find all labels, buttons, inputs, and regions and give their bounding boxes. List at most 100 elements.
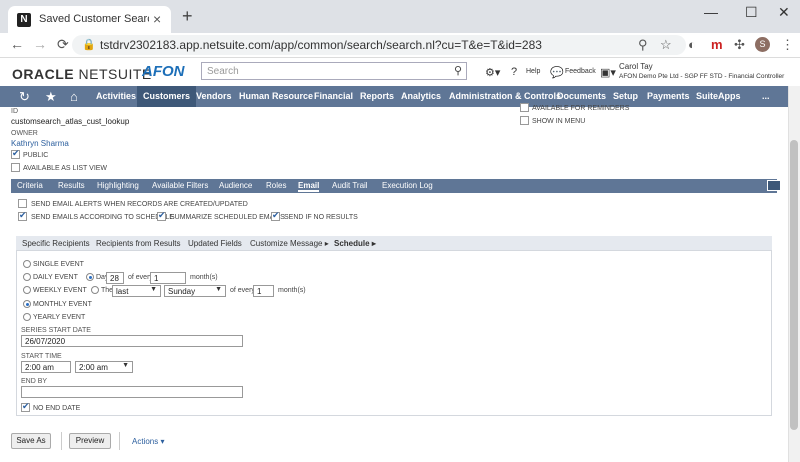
- browser-tab-title: Saved Customer Search - NetSuite: [39, 13, 149, 25]
- series-start-date-input[interactable]: 26/07/2020: [21, 335, 243, 347]
- tab-highlighting[interactable]: Highlighting: [97, 181, 139, 190]
- tab-criteria[interactable]: Criteria: [17, 181, 43, 190]
- tab-available-filters[interactable]: Available Filters: [152, 181, 208, 190]
- yearly-event-radio[interactable]: [23, 313, 31, 321]
- zoom-icon[interactable]: ⚲: [638, 37, 648, 53]
- available-list-view-checkbox[interactable]: [11, 163, 20, 172]
- monthly-event-radio[interactable]: [23, 300, 31, 308]
- nav-customers[interactable]: Customers: [137, 86, 197, 107]
- single-event-label: SINGLE EVENT: [33, 261, 84, 268]
- back-icon[interactable]: ←: [10, 36, 24, 52]
- actions-menu[interactable]: Actions ▾: [132, 437, 164, 446]
- tab-audience[interactable]: Audience: [219, 181, 252, 190]
- send-email-alerts-checkbox[interactable]: [18, 199, 27, 208]
- user-name: Carol Tay: [619, 62, 653, 71]
- profile-avatar[interactable]: S: [755, 37, 770, 52]
- no-end-date-checkbox[interactable]: [21, 401, 30, 412]
- nav-more[interactable]: ...: [762, 91, 770, 101]
- new-tab-icon[interactable]: +: [182, 6, 193, 27]
- public-label: PUBLIC: [23, 152, 49, 159]
- send-schedule-checkbox[interactable]: [18, 210, 27, 221]
- shortcuts-star-icon[interactable]: ★: [45, 89, 57, 105]
- day-input[interactable]: 28: [106, 272, 124, 284]
- url-text: tstdrv2302183.app.netsuite.com/app/commo…: [100, 38, 542, 52]
- send-email-alerts-label: SEND EMAIL ALERTS WHEN RECORDS ARE CREAT…: [31, 201, 248, 208]
- feedback-icon[interactable]: 💬: [550, 66, 564, 79]
- extension-m-icon[interactable]: m: [711, 37, 723, 52]
- nav-suiteapps[interactable]: SuiteApps: [696, 91, 741, 101]
- show-in-menu-checkbox[interactable]: [520, 116, 529, 125]
- send-no-results-checkbox[interactable]: [271, 210, 280, 221]
- help-icon[interactable]: ?: [511, 66, 517, 78]
- recent-records-icon[interactable]: ⚙▾: [485, 66, 500, 79]
- start-time-select[interactable]: 2:00 am ▼: [75, 361, 133, 373]
- button-divider: [61, 432, 62, 450]
- single-event-radio[interactable]: [23, 260, 31, 268]
- bookmark-star-icon[interactable]: ☆: [660, 37, 672, 53]
- tab-roles[interactable]: Roles: [266, 181, 286, 190]
- chevron-down-icon: ▼: [215, 286, 222, 293]
- nav-documents[interactable]: Documents: [557, 91, 606, 101]
- search-icon[interactable]: ⚲: [454, 64, 462, 77]
- monthly-the-radio[interactable]: [91, 286, 99, 294]
- weekly-event-radio[interactable]: [23, 286, 31, 294]
- nav-payments[interactable]: Payments: [647, 91, 690, 101]
- tab-schedule[interactable]: Schedule ▸: [334, 239, 376, 248]
- summarize-checkbox[interactable]: [157, 210, 166, 221]
- daily-event-radio[interactable]: [23, 273, 31, 281]
- tab-audit-trail[interactable]: Audit Trail: [332, 181, 368, 190]
- nav-financial[interactable]: Financial: [314, 91, 353, 101]
- url-field[interactable]: 🔒 tstdrv2302183.app.netsuite.com/app/com…: [72, 35, 686, 55]
- available-reminders-checkbox[interactable]: [520, 103, 529, 112]
- tab-recipients-from-results[interactable]: Recipients from Results: [96, 239, 180, 248]
- tab-execution-log[interactable]: Execution Log: [382, 181, 433, 190]
- weekday-select[interactable]: Sunday ▼: [164, 285, 226, 297]
- forward-icon[interactable]: →: [33, 36, 47, 52]
- tab-specific-recipients[interactable]: Specific Recipients: [22, 239, 90, 248]
- end-by-input[interactable]: [21, 386, 243, 398]
- browser-tab[interactable]: N Saved Customer Search - NetSuite ×: [8, 6, 171, 33]
- week-ordinal-select[interactable]: last ▼: [112, 285, 161, 297]
- role-menu-icon[interactable]: ▣▾: [600, 66, 616, 79]
- extensions-puzzle-icon[interactable]: ✣: [734, 37, 745, 53]
- nav-human-resource[interactable]: Human Resource: [239, 91, 313, 101]
- every-months-input[interactable]: 1: [150, 272, 186, 284]
- window-close-icon[interactable]: ✕: [778, 4, 790, 21]
- chrome-menu-icon[interactable]: ⋮: [781, 37, 794, 53]
- nav-setup[interactable]: Setup: [613, 91, 638, 101]
- tab-email[interactable]: Email: [298, 181, 320, 192]
- chevron-down-icon: ▾: [160, 437, 165, 446]
- help-link[interactable]: Help: [526, 68, 540, 75]
- home-icon[interactable]: ⌂: [70, 89, 78, 104]
- preview-button[interactable]: Preview: [69, 433, 111, 449]
- tab-updated-fields[interactable]: Updated Fields: [188, 239, 242, 248]
- subtab-menu-icon[interactable]: [767, 180, 781, 191]
- minimize-icon[interactable]: —: [704, 4, 718, 20]
- id-label: ID: [11, 108, 18, 115]
- every-months-input-2[interactable]: 1: [253, 285, 274, 297]
- maximize-icon[interactable]: ☐: [745, 4, 758, 21]
- tab-results[interactable]: Results: [58, 181, 85, 190]
- user-role-info[interactable]: Carol Tay AFON Demo Pte Ltd - SGP FF STD…: [619, 62, 784, 82]
- nav-activities[interactable]: Activities: [96, 91, 136, 101]
- save-as-button[interactable]: Save As: [11, 433, 51, 449]
- nav-administration-controls[interactable]: Administration & Controls: [449, 91, 561, 101]
- public-checkbox[interactable]: [11, 148, 20, 159]
- recent-history-icon[interactable]: ↻: [19, 89, 30, 105]
- afon-brand-logo: AFON: [142, 63, 185, 80]
- monthly-day-radio[interactable]: [86, 273, 94, 281]
- tab-customize-message[interactable]: Customize Message ▸: [250, 239, 329, 248]
- extension-circle-icon[interactable]: ◐: [688, 37, 696, 52]
- global-search-input[interactable]: Search ⚲: [201, 62, 467, 80]
- owner-link[interactable]: Kathryn Sharma: [11, 139, 69, 148]
- nav-analytics[interactable]: Analytics: [401, 91, 441, 101]
- week-ordinal-value: last: [116, 287, 129, 296]
- nav-reports[interactable]: Reports: [360, 91, 394, 101]
- close-tab-icon[interactable]: ×: [153, 11, 161, 27]
- reload-icon[interactable]: ⟳: [57, 36, 69, 53]
- oracle-netsuite-logo[interactable]: ORACLE NETSUITE: [12, 66, 152, 82]
- page-scrollbar-thumb[interactable]: [790, 140, 798, 430]
- feedback-link[interactable]: Feedback: [565, 68, 596, 75]
- start-time-input[interactable]: 2:00 am: [21, 361, 71, 373]
- nav-vendors[interactable]: Vendors: [196, 91, 232, 101]
